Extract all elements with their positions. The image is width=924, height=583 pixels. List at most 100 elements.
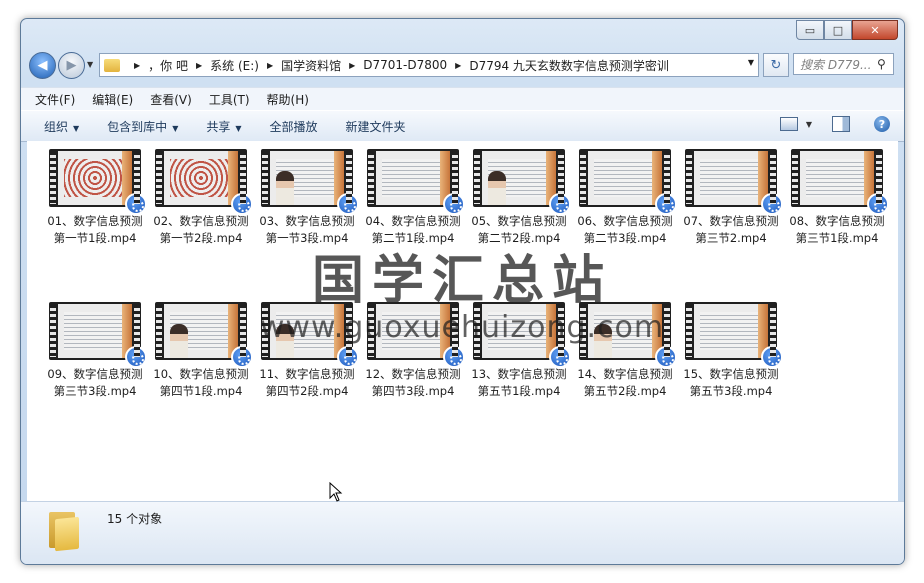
share-button[interactable]: 共享 ▼ xyxy=(206,118,241,135)
video-file-item[interactable]: 14、数字信息预测第五节2段.mp4 xyxy=(575,302,677,400)
video-file-item[interactable]: 03、数字信息预测第一节3段.mp4 xyxy=(257,149,359,247)
back-button[interactable]: ◀ xyxy=(29,52,56,79)
new-folder-button[interactable]: 新建文件夹 xyxy=(346,118,406,135)
play-all-button[interactable]: 全部播放 xyxy=(270,118,318,135)
caption-buttons: ▭ □ ✕ xyxy=(796,20,898,40)
menu-view[interactable]: 查看(V) xyxy=(150,91,192,108)
change-view-icon[interactable] xyxy=(779,117,798,131)
media-player-icon xyxy=(655,193,677,215)
breadcrumb-item[interactable]: ，你 吧 xyxy=(148,57,188,74)
breadcrumb-separator-icon[interactable]: ▶ xyxy=(267,61,273,70)
video-file-item[interactable]: 05、数字信息预测第二节2段.mp4 xyxy=(469,149,571,247)
video-file-item[interactable]: 08、数字信息预测第三节1段.mp4 xyxy=(787,149,889,247)
file-name-label: 05、数字信息预测第二节2段.mp4 xyxy=(471,214,567,245)
folder-icon xyxy=(49,510,81,552)
refresh-button[interactable]: ↻ xyxy=(763,53,789,77)
search-icon[interactable]: ⚲ xyxy=(877,57,893,71)
media-player-icon xyxy=(443,193,465,215)
breadcrumb-item[interactable]: 系统 (E:) xyxy=(210,57,259,74)
breadcrumb-item[interactable]: 国学资料馆 xyxy=(281,57,341,74)
video-thumbnail xyxy=(579,149,677,215)
media-player-icon xyxy=(867,193,889,215)
video-file-item[interactable]: 13、数字信息预测第五节1段.mp4 xyxy=(469,302,571,400)
breadcrumb-item[interactable]: D7794 九天玄数数字信息预测学密训 xyxy=(469,57,669,74)
media-player-icon xyxy=(125,346,147,368)
video-thumbnail xyxy=(367,149,465,215)
view-dropdown-icon[interactable]: ▼ xyxy=(806,120,812,129)
media-player-icon xyxy=(125,193,147,215)
search-placeholder: 搜索 D779... xyxy=(800,57,872,72)
video-file-item[interactable]: 06、数字信息预测第二节3段.mp4 xyxy=(575,149,677,247)
menu-file[interactable]: 文件(F) xyxy=(35,91,75,108)
file-name-label: 08、数字信息预测第三节1段.mp4 xyxy=(789,214,885,245)
minimize-button[interactable]: ▭ xyxy=(796,20,824,40)
video-file-item[interactable]: 04、数字信息预测第二节1段.mp4 xyxy=(363,149,465,247)
address-bar[interactable]: ▶ ，你 吧 ▶ 系统 (E:) ▶ 国学资料馆 ▶ D7701-D7800 ▶ D7794 九天… xyxy=(99,53,759,77)
video-thumbnail xyxy=(579,302,677,368)
breadcrumb-separator-icon[interactable]: ▶ xyxy=(196,61,202,70)
file-name-label: 15、数字信息预测第五节3段.mp4 xyxy=(683,367,779,398)
menu-edit[interactable]: 编辑(E) xyxy=(92,91,133,108)
chevron-down-icon: ▼ xyxy=(73,123,80,133)
video-file-item[interactable]: 10、数字信息预测第四节1段.mp4 xyxy=(151,302,253,400)
breadcrumb-item[interactable]: D7701-D7800 xyxy=(363,58,447,72)
video-file-item[interactable]: 15、数字信息预测第五节3段.mp4 xyxy=(681,302,783,400)
file-name-label: 06、数字信息预测第二节3段.mp4 xyxy=(577,214,673,245)
recent-pages-dropdown[interactable]: ▼ xyxy=(87,60,93,69)
address-dropdown-icon[interactable]: ▼ xyxy=(748,58,754,67)
explorer-window: ▭ □ ✕ ◀ ▶ ▼ ▶ ，你 吧 ▶ 系统 (E:) ▶ 国学资料馆 ▶ D7701-D7… xyxy=(20,18,905,565)
include-in-library-button[interactable]: 包含到库中 ▼ xyxy=(107,118,178,135)
media-player-icon xyxy=(761,193,783,215)
video-thumbnail xyxy=(155,149,253,215)
video-thumbnail xyxy=(261,149,359,215)
breadcrumb-separator-icon[interactable]: ▶ xyxy=(134,61,140,70)
media-player-icon xyxy=(761,346,783,368)
breadcrumb-separator-icon[interactable]: ▶ xyxy=(455,61,461,70)
file-name-label: 01、数字信息预测第一节1段.mp4 xyxy=(47,214,143,245)
video-file-item[interactable]: 09、数字信息预测第三节3段.mp4 xyxy=(45,302,147,400)
item-count: 15 个对象 xyxy=(107,512,163,526)
video-file-item[interactable]: 11、数字信息预测第四节2段.mp4 xyxy=(257,302,359,400)
search-input[interactable]: 搜索 D779... ⚲ xyxy=(793,53,894,75)
file-name-label: 10、数字信息预测第四节1段.mp4 xyxy=(153,367,249,398)
chevron-down-icon: ▼ xyxy=(235,123,242,133)
media-player-icon xyxy=(443,346,465,368)
preview-pane-icon[interactable] xyxy=(832,116,850,132)
video-file-item[interactable]: 07、数字信息预测第三节2.mp4 xyxy=(681,149,783,247)
help-icon[interactable]: ? xyxy=(874,116,890,132)
forward-button[interactable]: ▶ xyxy=(58,52,85,79)
breadcrumb: ▶ ，你 吧 ▶ 系统 (E:) ▶ 国学资料馆 ▶ D7701-D7800 ▶ D7794 九天… xyxy=(126,57,669,74)
file-name-label: 13、数字信息预测第五节1段.mp4 xyxy=(471,367,567,398)
organize-button[interactable]: 组织 ▼ xyxy=(44,118,79,135)
file-name-label: 12、数字信息预测第四节3段.mp4 xyxy=(365,367,461,398)
forward-arrow-icon: ▶ xyxy=(66,58,77,73)
maximize-button[interactable]: □ xyxy=(824,20,852,40)
file-name-label: 07、数字信息预测第三节2.mp4 xyxy=(683,214,779,245)
menu-tools[interactable]: 工具(T) xyxy=(209,91,250,108)
video-thumbnail xyxy=(473,302,571,368)
file-list: 01、数字信息预测第一节1段.mp4 02、数字信息预测第一节2段.mp4 03、数… xyxy=(27,141,898,501)
file-name-label: 02、数字信息预测第一节2段.mp4 xyxy=(153,214,249,245)
back-arrow-icon: ◀ xyxy=(37,58,48,73)
close-button[interactable]: ✕ xyxy=(852,20,898,40)
video-thumbnail xyxy=(49,302,147,368)
video-thumbnail xyxy=(367,302,465,368)
video-thumbnail xyxy=(261,302,359,368)
video-thumbnail xyxy=(49,149,147,215)
video-thumbnail xyxy=(791,149,889,215)
navigation-bar: ◀ ▶ ▼ ▶ ，你 吧 ▶ 系统 (E:) ▶ 国学资料馆 ▶ D7701-D7800 ▶ D7… xyxy=(29,52,896,80)
video-thumbnail xyxy=(685,149,783,215)
breadcrumb-separator-icon[interactable]: ▶ xyxy=(349,61,355,70)
video-file-item[interactable]: 02、数字信息预测第一节2段.mp4 xyxy=(151,149,253,247)
command-bar: 组织 ▼ 包含到库中 ▼ 共享 ▼ 全部播放 新建文件夹 ▼ ? xyxy=(21,110,904,142)
media-player-icon xyxy=(549,193,571,215)
file-name-label: 14、数字信息预测第五节2段.mp4 xyxy=(577,367,673,398)
media-player-icon xyxy=(337,193,359,215)
chevron-down-icon: ▼ xyxy=(172,123,179,133)
video-file-item[interactable]: 12、数字信息预测第四节3段.mp4 xyxy=(363,302,465,400)
menu-help[interactable]: 帮助(H) xyxy=(267,91,309,108)
video-file-item[interactable]: 01、数字信息预测第一节1段.mp4 xyxy=(45,149,147,247)
video-thumbnail xyxy=(155,302,253,368)
file-name-label: 04、数字信息预测第二节1段.mp4 xyxy=(365,214,461,245)
media-player-icon xyxy=(231,193,253,215)
